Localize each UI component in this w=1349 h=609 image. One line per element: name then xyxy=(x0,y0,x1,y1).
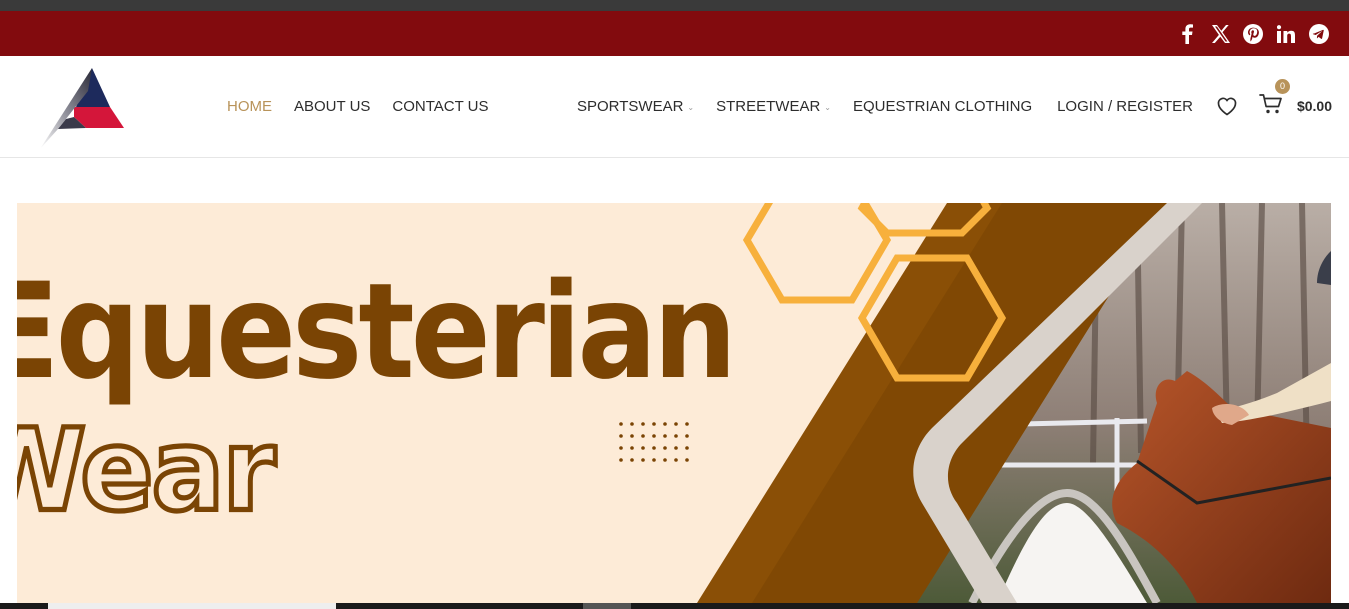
hero-banner[interactable]: Equesterian Wear xyxy=(17,203,1331,603)
banner-title: Equesterian xyxy=(17,253,737,409)
main-nav-categories: SPORTSWEAR ⌄ STREETWEAR ⌄ EQUESTRIAN CLO… xyxy=(577,56,1032,156)
main-nav-left: HOME ABOUT US CONTACT US xyxy=(227,56,489,156)
nav-equestrian-clothing[interactable]: EQUESTRIAN CLOTHING xyxy=(853,98,1032,115)
heart-icon[interactable] xyxy=(1215,94,1239,118)
chevron-down-icon: ⌄ xyxy=(824,102,831,112)
header-tools: LOGIN / REGISTER 0 $0.00 xyxy=(1057,56,1332,156)
cart-button[interactable]: 0 $0.00 xyxy=(1259,78,1332,120)
banner-subtitle: Wear xyxy=(17,405,278,537)
cart-icon xyxy=(1259,93,1283,120)
nav-contact-us[interactable]: CONTACT US xyxy=(392,98,488,115)
dot-pattern xyxy=(619,422,689,462)
browser-top-strip xyxy=(0,0,1349,11)
linkedin-icon[interactable] xyxy=(1276,24,1296,44)
social-links xyxy=(1177,11,1329,56)
cart-count-badge: 0 xyxy=(1274,78,1290,94)
nav-streetwear[interactable]: STREETWEAR ⌄ xyxy=(716,98,831,115)
x-twitter-icon[interactable] xyxy=(1210,24,1230,44)
pinterest-icon[interactable] xyxy=(1243,23,1263,44)
bottom-strip xyxy=(0,603,1349,609)
login-register-link[interactable]: LOGIN / REGISTER xyxy=(1057,98,1193,115)
nav-sportswear[interactable]: SPORTSWEAR ⌄ xyxy=(577,98,694,115)
site-logo[interactable] xyxy=(36,67,126,149)
nav-sportswear-label: SPORTSWEAR xyxy=(577,97,684,115)
site-header: HOME ABOUT US CONTACT US SPORTSWEAR ⌄ ST… xyxy=(0,56,1349,158)
nav-home[interactable]: HOME xyxy=(227,98,272,115)
chevron-down-icon: ⌄ xyxy=(687,102,695,112)
telegram-icon[interactable] xyxy=(1309,23,1329,44)
top-bar xyxy=(0,11,1349,56)
nav-streetwear-label: STREETWEAR xyxy=(716,97,821,115)
facebook-icon[interactable] xyxy=(1177,23,1197,44)
cart-total: $0.00 xyxy=(1296,98,1332,114)
nav-about-us[interactable]: ABOUT US xyxy=(294,98,370,115)
